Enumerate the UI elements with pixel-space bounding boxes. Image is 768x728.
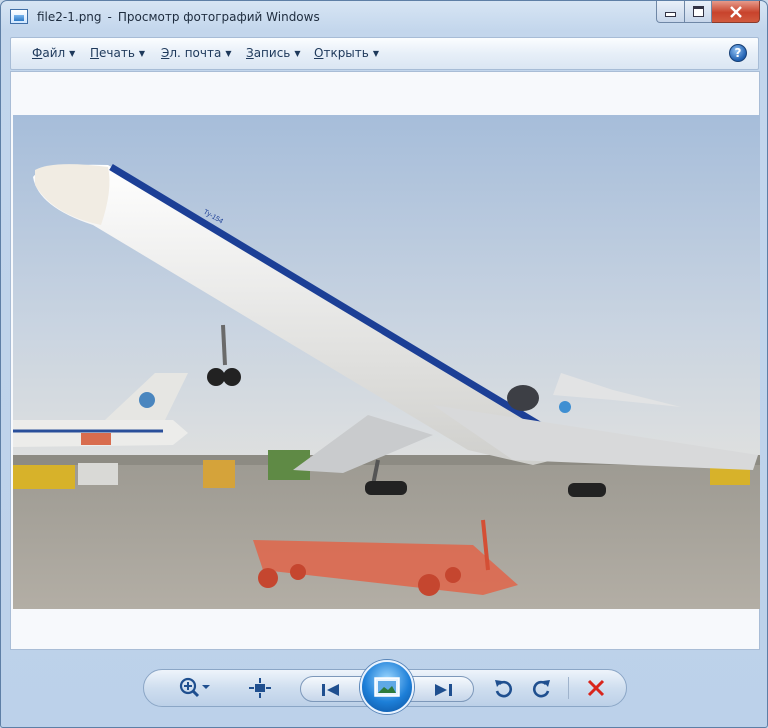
chevron-down-icon: ▼: [294, 49, 301, 58]
zoom-button[interactable]: [174, 670, 216, 706]
delete-button[interactable]: [581, 670, 611, 706]
rotate-left-button[interactable]: [488, 670, 518, 706]
photo-viewer-app-icon[interactable]: [10, 9, 28, 24]
menu-print[interactable]: Печать ▼: [90, 46, 145, 60]
chevron-down-icon: ▼: [372, 49, 380, 58]
aircraft-tail-logo: [559, 401, 571, 413]
menu-email-label: л. почта: [169, 46, 222, 60]
slideshow-button[interactable]: [360, 660, 414, 714]
chevron-down-icon: ▼: [225, 49, 232, 58]
menu-file-label: айл: [42, 46, 66, 60]
menu-burn-accel: З: [246, 46, 254, 60]
photo-viewer-window: file2-1.png - Просмотр фотографий Windows …: [0, 0, 768, 728]
displayed-photo: Ту-154: [13, 115, 760, 609]
delete-icon: [587, 679, 605, 697]
minimize-button[interactable]: [656, 1, 685, 23]
actual-size-button[interactable]: [244, 670, 276, 706]
toolbar-divider: [568, 677, 569, 699]
maximize-button[interactable]: [685, 1, 712, 23]
tow-bar-wheel: [418, 574, 440, 596]
menu-open[interactable]: Открыть ▼: [314, 46, 379, 60]
tow-bar-wheel: [290, 564, 306, 580]
ground-vehicle: [13, 465, 75, 489]
previous-icon: [322, 684, 339, 696]
nose-gear-wheel: [223, 368, 241, 386]
ground-equipment: [78, 463, 118, 485]
next-button[interactable]: [423, 672, 463, 708]
image-viewport[interactable]: Ту-154: [10, 71, 760, 650]
previous-button[interactable]: [311, 672, 351, 708]
menu-file[interactable]: Файл ▼: [32, 46, 75, 60]
menu-file-accel: Ф: [32, 46, 43, 60]
title-app-name: Просмотр фотографий Windows: [117, 10, 320, 24]
help-icon[interactable]: ?: [729, 44, 747, 62]
close-button[interactable]: [712, 1, 760, 23]
next-icon: [435, 684, 452, 696]
nose-gear-wheel: [207, 368, 225, 386]
menu-burn[interactable]: Запись ▼: [246, 46, 301, 60]
rotate-right-button[interactable]: [527, 670, 557, 706]
chevron-down-icon: ▼: [138, 49, 146, 58]
tow-bar-wheel: [445, 567, 461, 583]
window-title: file2-1.png - Просмотр фотографий Windows: [37, 10, 320, 24]
menu-email[interactable]: Эл. почта ▼: [161, 46, 231, 60]
actual-size-icon: [249, 678, 271, 698]
main-gear-wheels: [365, 481, 407, 495]
menu-print-label: ечать: [99, 46, 135, 60]
title-file-name: file2-1.png: [37, 10, 102, 24]
menu-print-accel: П: [90, 46, 100, 60]
background-aircraft-engine: [81, 433, 111, 445]
ground-cart: [203, 460, 235, 488]
rotate-left-icon: [495, 680, 512, 698]
main-gear-wheels-right: [568, 483, 606, 497]
background-aircraft-logo: [139, 392, 155, 408]
caption-buttons: [656, 1, 760, 23]
minimize-icon: [665, 12, 676, 17]
zoom-icon: [179, 677, 210, 698]
aircraft-engine: [507, 385, 539, 411]
bottom-toolbar: [143, 660, 627, 714]
nose-gear-strut: [221, 324, 227, 366]
menu-burn-label: апись: [253, 46, 291, 60]
menu-bar: Файл ▼ Печать ▼ Эл. почта ▼ Запись ▼ Открыть…: [10, 37, 759, 70]
maximize-icon: [692, 6, 704, 17]
menu-open-label: ткрыть: [323, 46, 369, 60]
close-icon: [729, 5, 742, 18]
tow-bar-wheel: [258, 568, 278, 588]
rotate-right-icon: [533, 680, 550, 698]
slideshow-icon: [374, 677, 400, 697]
chevron-down-icon: ▼: [69, 49, 76, 58]
title-separator: -: [107, 10, 112, 24]
title-bar[interactable]: file2-1.png - Просмотр фотографий Windows: [1, 1, 767, 35]
